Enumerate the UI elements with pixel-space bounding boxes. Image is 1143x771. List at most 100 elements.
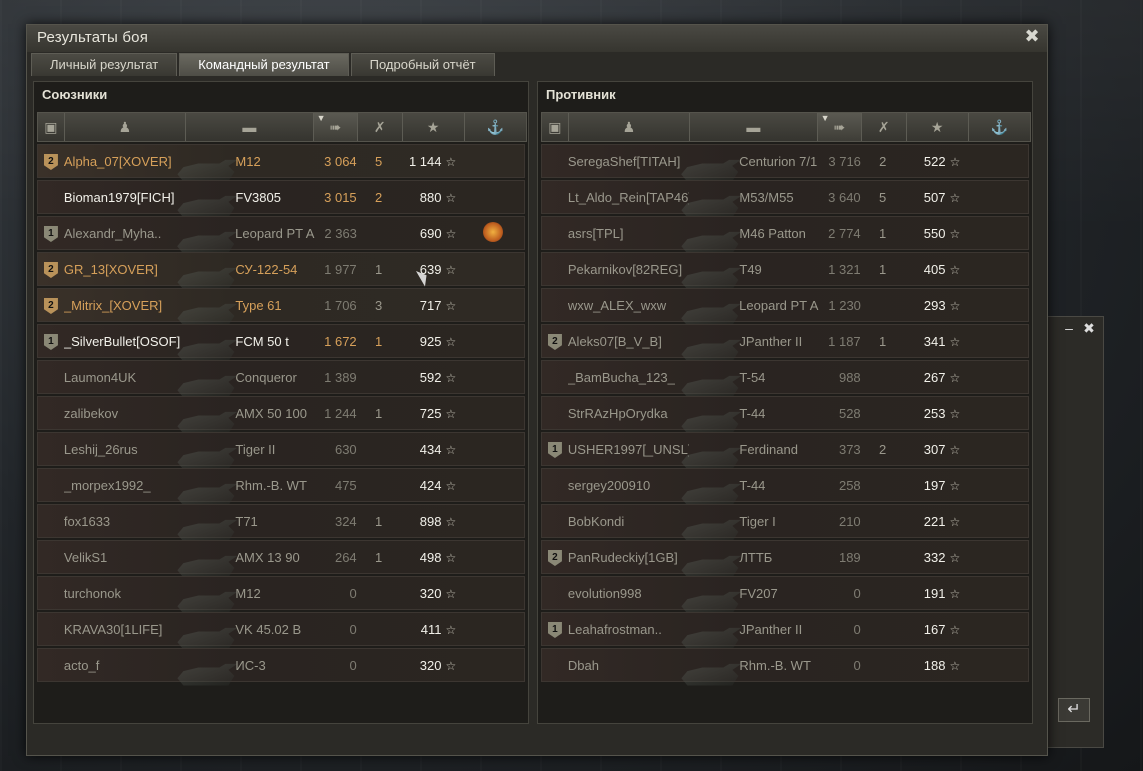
tank-icon[interactable]: ▬ xyxy=(186,113,314,141)
table-row[interactable]: Leshij_26rus Tiger II 630 434 ☆ xyxy=(37,432,525,470)
tank-cell: Centurion 7/1 xyxy=(681,154,817,182)
table-row[interactable]: VelikS1 AMX 13 90 264 1 498 ☆ xyxy=(37,540,525,578)
allies-header: ▣ ♟ ▬ ▼ ➠ ✗ ★ ⚓ xyxy=(37,112,527,142)
table-row[interactable]: Bioman1979[FICH] FV3805 3 015 2 880 ☆ xyxy=(37,180,525,218)
tank-cell: ЛТТБ xyxy=(681,549,816,578)
table-row[interactable]: 1 Alexandr_Myha.. Leopard PT A 2 363 690 ☆ xyxy=(37,216,525,254)
damage-icon[interactable]: ▼ ➠ xyxy=(817,113,863,141)
tank-cell: FV207 xyxy=(681,586,816,614)
close-icon[interactable]: ✖ xyxy=(1023,27,1041,45)
table-row[interactable]: Pekarnikov[82REG] T49 1 321 1 405 ☆ xyxy=(541,252,1029,290)
table-row[interactable]: Lt_Aldo_Rein[TAP46] M53/M55 3 640 5 507 ☆ xyxy=(541,180,1029,218)
table-row[interactable]: asrs[TPL] M46 Patton 2 774 1 550 ☆ xyxy=(541,216,1029,254)
xp-cell: 341 ☆ xyxy=(904,334,966,349)
minimize-icon[interactable]: – xyxy=(1061,321,1077,335)
table-row[interactable]: 1 USHER1997[_UNSL] Ferdinand 373 2 307 ☆ xyxy=(541,432,1029,470)
tank-cell: JPanther II xyxy=(681,333,816,362)
tank-name: JPanther II xyxy=(739,333,803,349)
squad-badge-icon: 2 xyxy=(43,262,58,278)
medal-icon[interactable]: ⚓ xyxy=(465,113,526,141)
xp-cell: 717 ☆ xyxy=(400,298,462,313)
kills-icon[interactable]: ✗ xyxy=(358,113,403,141)
table-row[interactable]: 2 Alpha_07[XOVER] M12 3 064 5 1 144 ☆ xyxy=(37,144,525,182)
table-row[interactable]: 2 GR_13[XOVER] СУ-122-54 1 977 1 639 ☆ xyxy=(37,252,525,290)
tank-cell: M12 xyxy=(177,154,312,182)
table-row[interactable]: SeregaShef[TITAH] Centurion 7/1 3 716 2 522 ☆ xyxy=(541,144,1029,182)
xp-cell: 1 144 ☆ xyxy=(400,154,462,169)
tab-detailed-report[interactable]: Подробный отчёт xyxy=(350,53,495,76)
squad-icon[interactable]: ▣ xyxy=(38,113,65,141)
background-window: – ✖ xyxy=(1040,316,1104,748)
table-row[interactable]: evolution998 FV207 0 191 ☆ xyxy=(541,576,1029,614)
table-row[interactable]: sergey200910 T-44 258 197 ☆ xyxy=(541,468,1029,506)
xp-cell: 522 ☆ xyxy=(905,154,967,169)
xp-cell: 267 ☆ xyxy=(904,370,966,385)
table-row[interactable]: 1 _SilverBullet[OSOF] FCM 50 t 1 672 1 925 ☆ xyxy=(37,324,525,362)
star-icon[interactable]: ★ xyxy=(403,113,465,141)
tank-cell: FV3805 xyxy=(177,189,312,218)
table-row[interactable]: acto_f ИС-3 0 320 ☆ xyxy=(37,648,525,686)
tank-cell: VK 45.02 B xyxy=(177,622,312,650)
damage-value: 1 706 xyxy=(324,297,357,313)
table-row[interactable]: Laumon4UK Conqueror 1 389 592 ☆ xyxy=(37,360,525,398)
xp-cell: 197 ☆ xyxy=(904,478,966,493)
table-row[interactable]: 2 _Mitrix_[XOVER] Type 61 1 706 3 717 ☆ xyxy=(37,288,525,326)
tank-cell: JPanther II xyxy=(681,622,816,650)
xp-value: 690 xyxy=(419,225,442,241)
star-icon: ☆ xyxy=(949,262,961,277)
player-name: sergey200910 xyxy=(567,477,651,493)
table-row[interactable]: BobKondi Tiger I 210 221 ☆ xyxy=(541,504,1029,542)
table-row[interactable]: wxw_ALEX_wxw Leopard PT A 1 230 293 ☆ xyxy=(541,288,1029,326)
damage-value: 1 187 xyxy=(828,333,861,349)
tank-name: FV3805 xyxy=(235,189,281,205)
table-row[interactable]: zalibekov AMX 50 100 1 244 1 725 ☆ xyxy=(37,396,525,434)
xp-cell: 293 ☆ xyxy=(905,298,967,313)
table-row[interactable]: Dbah Rhm.-B. WT 0 188 ☆ xyxy=(541,648,1029,686)
enemies-rows: SeregaShef[TITAH] Centurion 7/1 3 716 2 522 ☆… xyxy=(541,144,1029,686)
xp-cell: 191 ☆ xyxy=(904,586,966,601)
medal-icon[interactable]: ⚓ xyxy=(969,113,1030,141)
table-row[interactable]: _morpex1992_ Rhm.-B. WT 475 424 ☆ xyxy=(37,468,525,506)
table-row[interactable]: KRAVA30[1LIFE] VK 45.02 B 0 411 ☆ xyxy=(37,612,525,650)
table-row[interactable]: StrRAzHpOrydka T-44 528 253 ☆ xyxy=(541,396,1029,434)
table-row[interactable]: turchonok M12 0 320 ☆ xyxy=(37,576,525,614)
title-bar[interactable]: Результаты боя ✖ xyxy=(27,25,1047,52)
player-name: _Mitrix_[XOVER] xyxy=(63,297,163,313)
star-icon[interactable]: ★ xyxy=(907,113,969,141)
table-row[interactable]: 2 PanRudeckiy[1GB] ЛТТБ 189 332 ☆ xyxy=(541,540,1029,578)
tab-team-result[interactable]: Командный результат xyxy=(179,53,349,76)
medal-icon[interactable] xyxy=(483,221,504,242)
star-icon: ☆ xyxy=(445,406,457,421)
table-row[interactable]: 1 Leahafrostman.. JPanther II 0 167 ☆ xyxy=(541,612,1029,650)
kills-value: 1 xyxy=(374,405,383,421)
star-icon: ☆ xyxy=(445,658,457,673)
squad-icon[interactable]: ▣ xyxy=(542,113,569,141)
enter-button[interactable]: ↵ xyxy=(1058,698,1090,722)
player-name: BobKondi xyxy=(567,513,625,529)
player-name: Alexandr_Myha.. xyxy=(63,225,162,241)
star-icon: ☆ xyxy=(949,154,961,169)
player-name: Dbah xyxy=(567,657,599,673)
player-icon[interactable]: ♟ xyxy=(569,113,691,141)
tank-icon[interactable]: ▬ xyxy=(690,113,818,141)
xp-value: 507 xyxy=(923,189,946,205)
table-row[interactable]: 2 Aleks07[B_V_B] JPanther II 1 187 1 341 ☆ xyxy=(541,324,1029,362)
close-icon[interactable]: ✖ xyxy=(1081,321,1097,335)
player-name: Aleks07[B_V_B] xyxy=(567,333,662,349)
kills-value: 1 xyxy=(878,225,887,241)
table-row[interactable]: _BamBucha_123_ T-54 988 267 ☆ xyxy=(541,360,1029,398)
player-name: Lt_Aldo_Rein[TAP46] xyxy=(567,189,690,205)
star-icon: ☆ xyxy=(949,514,961,529)
kills-value: 2 xyxy=(374,189,383,205)
star-icon: ☆ xyxy=(949,406,961,421)
xp-value: 411 xyxy=(420,621,442,637)
player-name: PanRudeckiy[1GB] xyxy=(567,549,678,565)
tank-name: ЛТТБ xyxy=(739,549,773,565)
tab-personal-result[interactable]: Личный результат xyxy=(31,53,178,76)
xp-cell: 188 ☆ xyxy=(904,658,966,673)
table-row[interactable]: fox1633 T71 324 1 898 ☆ xyxy=(37,504,525,542)
kills-icon[interactable]: ✗ xyxy=(862,113,907,141)
damage-icon[interactable]: ▼ ➠ xyxy=(313,113,359,141)
kills-value: 2 xyxy=(879,153,887,169)
player-icon[interactable]: ♟ xyxy=(65,113,187,141)
